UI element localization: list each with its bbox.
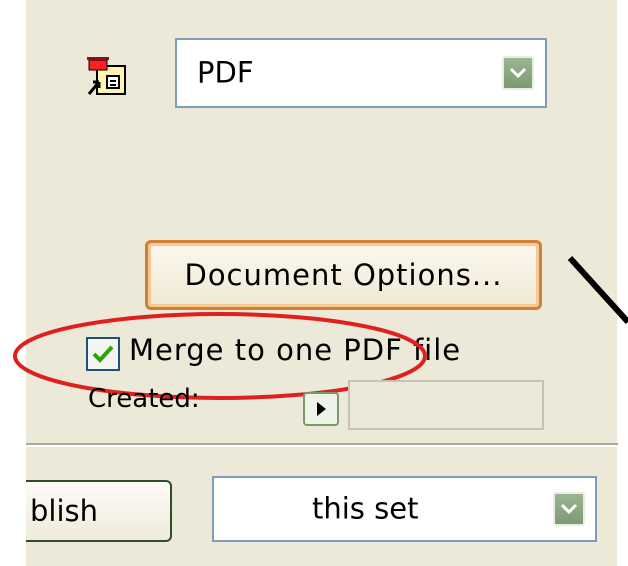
section-divider-highlight xyxy=(26,445,618,447)
created-expand-button[interactable] xyxy=(303,392,339,426)
chevron-down-icon[interactable] xyxy=(502,56,534,90)
set-select[interactable]: this set xyxy=(212,476,597,542)
set-select-value: this set xyxy=(312,491,419,526)
publish-format-icon xyxy=(83,52,131,98)
created-field xyxy=(348,380,544,430)
left-gutter xyxy=(0,0,26,566)
publish-button[interactable]: blish xyxy=(26,480,172,542)
document-options-button[interactable]: Document Options... xyxy=(145,240,542,310)
annotation-stroke xyxy=(567,255,628,325)
format-select[interactable]: PDF xyxy=(175,38,547,108)
format-select-value: PDF xyxy=(197,55,254,90)
created-label: Created: xyxy=(88,384,200,414)
play-arrow-icon xyxy=(317,402,326,416)
chevron-down-icon[interactable] xyxy=(553,492,585,526)
